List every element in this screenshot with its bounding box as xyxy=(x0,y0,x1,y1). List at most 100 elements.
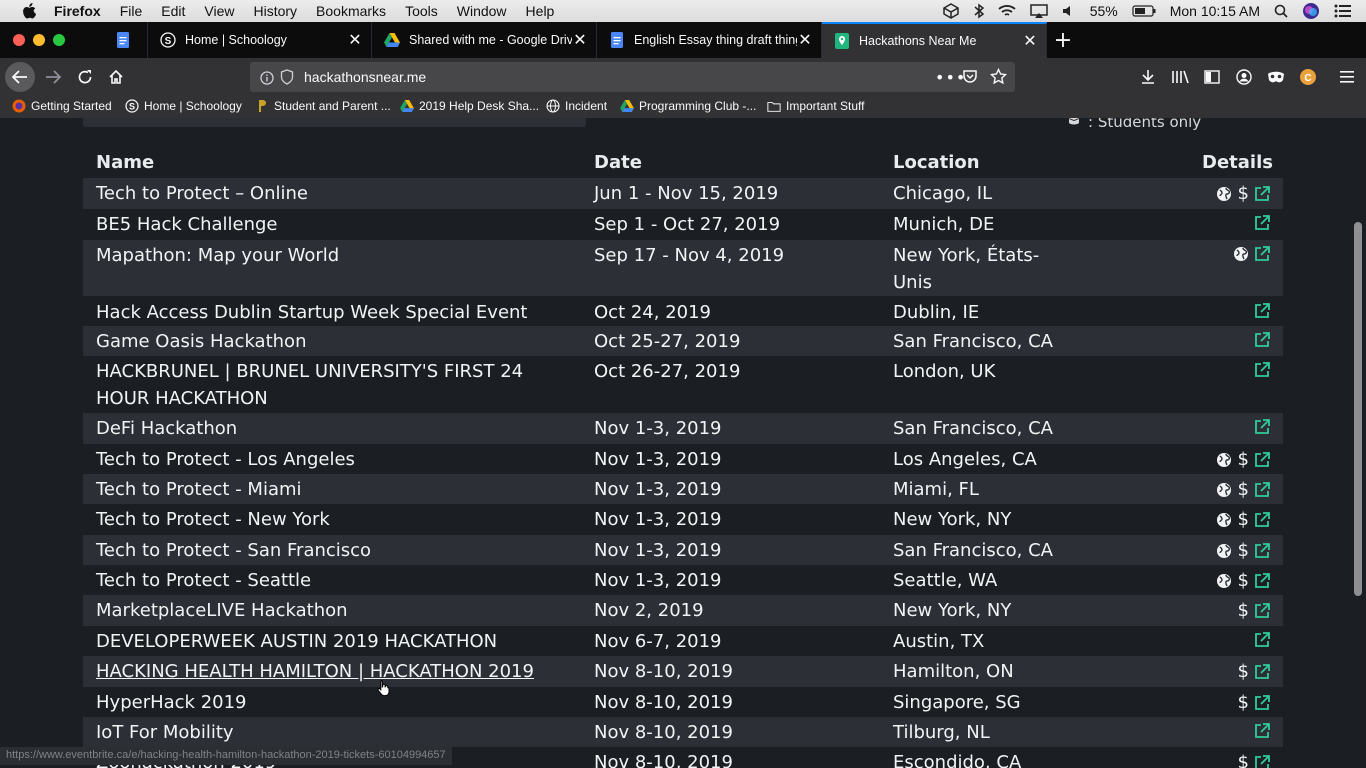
bluetooth-icon[interactable] xyxy=(974,3,984,19)
hackathon-name-link[interactable]: Tech to Protect - San Francisco xyxy=(96,537,556,564)
hackathon-name-link[interactable]: Tech to Protect - Los Angeles xyxy=(96,446,556,473)
hackathon-name-link[interactable]: IoT For Mobility xyxy=(96,719,556,746)
external-link-icon[interactable] xyxy=(1253,542,1271,560)
external-link-icon[interactable] xyxy=(1253,331,1271,349)
close-icon[interactable]: ✕ xyxy=(1022,31,1038,51)
menu-tools[interactable]: Tools xyxy=(405,3,438,19)
forward-button[interactable] xyxy=(38,62,68,92)
info-icon[interactable] xyxy=(260,70,274,89)
dropbox-icon[interactable] xyxy=(942,3,960,19)
back-button[interactable] xyxy=(5,62,35,92)
hackathon-date: Nov 1-3, 2019 xyxy=(594,509,722,530)
bookmark-help-desk[interactable]: 2019 Help Desk Sha... xyxy=(400,99,539,113)
bookmark-programming-club[interactable]: Programming Club -... xyxy=(620,99,756,113)
dollar-prize-icon: $ xyxy=(1237,540,1249,561)
menu-file[interactable]: File xyxy=(120,3,143,19)
bookmark-incident[interactable]: Incident xyxy=(546,99,607,113)
library-button[interactable] xyxy=(1165,62,1195,92)
battery-icon[interactable] xyxy=(1132,5,1156,17)
hackathon-name-link[interactable]: BE5 Hack Challenge xyxy=(96,211,556,238)
external-link-icon[interactable] xyxy=(1253,214,1271,232)
hackathon-name-link[interactable]: Tech to Protect - Seattle xyxy=(96,567,556,594)
bookmark-important-stuff[interactable]: Important Stuff xyxy=(767,99,865,113)
menu-button[interactable] xyxy=(1332,62,1362,92)
external-link-icon[interactable] xyxy=(1253,572,1271,590)
hackathon-name-link[interactable]: Hack Access Dublin Startup Week Special … xyxy=(96,299,556,326)
window-minimize-button[interactable] xyxy=(33,34,45,46)
external-link-icon[interactable] xyxy=(1253,245,1271,263)
apple-icon[interactable] xyxy=(20,3,38,19)
external-link-icon[interactable] xyxy=(1253,361,1271,379)
external-link-icon[interactable] xyxy=(1253,722,1271,740)
hackathon-name-link[interactable]: HACKBRUNEL | BRUNEL UNIVERSITY'S FIRST 2… xyxy=(96,358,556,412)
extension-button[interactable] xyxy=(1261,62,1291,92)
menu-view[interactable]: View xyxy=(204,3,234,19)
column-header-name[interactable]: Name xyxy=(96,152,154,173)
hackathon-name-link[interactable]: Mapathon: Map your World xyxy=(96,242,556,269)
hackathon-name-link[interactable]: HyperHack 2019 xyxy=(96,689,556,716)
window-close-button[interactable] xyxy=(13,34,25,46)
url-bar[interactable]: hackathonsnear.me ••• xyxy=(250,62,1015,92)
external-link-icon[interactable] xyxy=(1253,754,1271,768)
home-button[interactable] xyxy=(101,62,131,92)
hackathon-name-link[interactable]: HACKING HEALTH HAMILTON | HACKATHON 2019 xyxy=(96,658,556,685)
menu-window[interactable]: Window xyxy=(457,3,507,19)
tab-hackathons-near-me[interactable]: Hackathons Near Me ✕ xyxy=(822,22,1047,58)
downloads-button[interactable] xyxy=(1133,62,1163,92)
volume-icon[interactable] xyxy=(1062,4,1076,18)
pocket-icon[interactable] xyxy=(962,69,978,89)
external-link-icon[interactable] xyxy=(1253,602,1271,620)
external-link-icon[interactable] xyxy=(1253,694,1271,712)
external-link-icon[interactable] xyxy=(1253,185,1271,203)
wifi-icon[interactable] xyxy=(998,4,1016,18)
close-icon[interactable]: ✕ xyxy=(572,30,588,50)
account-button[interactable] xyxy=(1229,62,1259,92)
external-link-icon[interactable] xyxy=(1253,511,1271,529)
external-link-icon[interactable] xyxy=(1253,481,1271,499)
menu-app-name[interactable]: Firefox xyxy=(54,3,101,19)
hackathon-name-link[interactable]: DEVELOPERWEEK AUSTIN 2019 HACKATHON xyxy=(96,628,556,655)
siri-icon[interactable] xyxy=(1302,2,1320,20)
scrollbar-thumb[interactable] xyxy=(1354,222,1362,596)
extension-button-2[interactable]: C xyxy=(1293,62,1323,92)
column-header-location[interactable]: Location xyxy=(893,152,980,173)
external-link-icon[interactable] xyxy=(1253,631,1271,649)
external-link-icon[interactable] xyxy=(1253,302,1271,320)
external-link-icon[interactable] xyxy=(1253,418,1271,436)
drive-icon xyxy=(384,32,400,48)
clock[interactable]: Mon 10:15 AM xyxy=(1170,3,1260,19)
bookmark-star-icon[interactable] xyxy=(989,67,1008,89)
tab-schoology[interactable]: S Home | Schoology ✕ xyxy=(148,22,372,58)
tab-google-drive[interactable]: Shared with me - Google Drive ✕ xyxy=(372,22,597,58)
tab-english-essay[interactable]: English Essay thing draft thing ✕ xyxy=(597,22,822,58)
notification-center-icon[interactable] xyxy=(1334,4,1352,18)
hackathon-name-link[interactable]: DeFi Hackathon xyxy=(96,415,556,442)
bookmark-getting-started[interactable]: Getting Started xyxy=(12,99,112,113)
bookmark-home-schoology[interactable]: S Home | Schoology xyxy=(125,99,242,113)
menu-help[interactable]: Help xyxy=(526,3,555,19)
external-link-icon[interactable] xyxy=(1253,663,1271,681)
reload-button[interactable] xyxy=(70,62,100,92)
window-zoom-button[interactable] xyxy=(53,34,65,46)
airplay-icon[interactable] xyxy=(1029,3,1048,19)
bookmark-student-parent[interactable]: Student and Parent ... xyxy=(255,99,391,113)
external-link-icon[interactable] xyxy=(1253,451,1271,469)
close-icon[interactable]: ✕ xyxy=(797,30,813,50)
sidebar-button[interactable] xyxy=(1197,62,1227,92)
url-text[interactable]: hackathonsnear.me xyxy=(304,69,426,85)
tab-pinned-docs[interactable] xyxy=(103,22,148,58)
hackathon-name-link[interactable]: Game Oasis Hackathon xyxy=(96,328,556,355)
column-header-details[interactable]: Details xyxy=(1202,152,1273,173)
hackathon-name-link[interactable]: Tech to Protect – Online xyxy=(96,180,556,207)
close-icon[interactable]: ✕ xyxy=(347,30,363,50)
menu-history[interactable]: History xyxy=(253,3,297,19)
column-header-date[interactable]: Date xyxy=(594,152,642,173)
hackathon-name-link[interactable]: Tech to Protect - New York xyxy=(96,506,556,533)
hackathon-name-link[interactable]: MarketplaceLIVE Hackathon xyxy=(96,597,556,624)
new-tab-button[interactable]: + xyxy=(1052,22,1074,58)
menu-bookmarks[interactable]: Bookmarks xyxy=(316,3,386,19)
menu-edit[interactable]: Edit xyxy=(161,3,185,19)
spotlight-search-icon[interactable] xyxy=(1274,4,1288,18)
tracking-shield-icon[interactable] xyxy=(280,69,294,89)
hackathon-name-link[interactable]: Tech to Protect - Miami xyxy=(96,476,556,503)
